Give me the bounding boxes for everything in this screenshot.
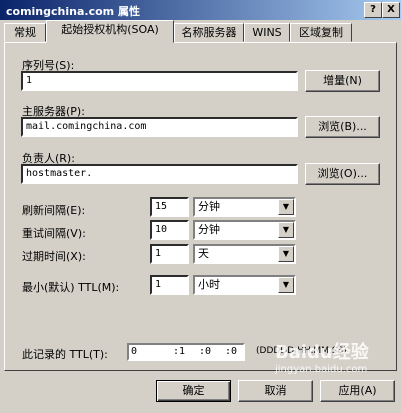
browse-primary-button[interactable]: 浏览(B)... bbox=[305, 116, 380, 138]
refresh-input[interactable]: 15 bbox=[150, 197, 189, 217]
record-ttl-label: 此记录的 TTL(T): bbox=[22, 348, 108, 361]
tab-name-servers[interactable]: 名称服务器 bbox=[174, 23, 244, 42]
retry-unit-select[interactable]: 分钟 ▼ bbox=[193, 220, 296, 240]
watermark-line2: jingyan.baidu.com bbox=[275, 364, 368, 375]
expire-unit-value: 天 bbox=[198, 247, 209, 260]
min-ttl-label: 最小(默认) TTL(M): bbox=[22, 281, 120, 294]
tab-soa[interactable]: 起始授权机构(SOA) bbox=[46, 20, 174, 43]
watermark-line1: Baidu经验 bbox=[275, 342, 369, 363]
retry-input[interactable]: 10 bbox=[150, 220, 189, 240]
chevron-down-icon: ▼ bbox=[278, 246, 294, 262]
primary-server-input[interactable]: mail.comingchina.com bbox=[21, 117, 298, 137]
title-bar: comingchina.com 属性 ? X bbox=[0, 0, 401, 20]
ok-button[interactable]: 确定 bbox=[156, 380, 231, 402]
expire-unit-select[interactable]: 天 ▼ bbox=[193, 244, 296, 264]
chevron-down-icon: ▼ bbox=[278, 277, 294, 293]
close-button[interactable]: X bbox=[382, 2, 400, 18]
baidu-watermark: Baidu经验 jingyan.baidu.com bbox=[275, 338, 393, 384]
responsible-input[interactable]: hostmaster. bbox=[21, 164, 298, 184]
increment-button[interactable]: 增量(N) bbox=[305, 70, 380, 92]
ttl-hours[interactable]: :1 bbox=[173, 346, 185, 357]
expire-label: 过期时间(X): bbox=[22, 250, 86, 263]
tab-zone-transfers[interactable]: 区域复制 bbox=[290, 23, 352, 42]
refresh-unit-value: 分钟 bbox=[198, 200, 220, 213]
refresh-label: 刷新间隔(E): bbox=[22, 204, 86, 217]
tab-wins[interactable]: WINS bbox=[244, 23, 290, 42]
window-title: comingchina.com 属性 bbox=[6, 5, 140, 18]
help-button[interactable]: ? bbox=[364, 2, 382, 18]
min-ttl-unit-select[interactable]: 小时 ▼ bbox=[193, 275, 296, 295]
chevron-down-icon: ▼ bbox=[278, 222, 294, 238]
min-ttl-unit-value: 小时 bbox=[198, 278, 220, 291]
expire-input[interactable]: 1 bbox=[150, 244, 189, 264]
retry-label: 重试间隔(V): bbox=[22, 227, 86, 240]
refresh-unit-select[interactable]: 分钟 ▼ bbox=[193, 197, 296, 217]
ttl-days[interactable]: 0 bbox=[131, 346, 137, 357]
min-ttl-input[interactable]: 1 bbox=[150, 275, 189, 295]
ttl-minutes[interactable]: :0 bbox=[199, 346, 211, 357]
serial-input[interactable]: 1 bbox=[21, 71, 298, 91]
browse-responsible-button[interactable]: 浏览(O)... bbox=[305, 163, 380, 185]
record-ttl-input[interactable]: 0 :1 :0 :0 bbox=[127, 343, 245, 361]
ttl-seconds[interactable]: :0 bbox=[225, 346, 237, 357]
retry-unit-value: 分钟 bbox=[198, 223, 220, 236]
chevron-down-icon: ▼ bbox=[278, 199, 294, 215]
tab-general[interactable]: 常规 bbox=[4, 23, 46, 42]
